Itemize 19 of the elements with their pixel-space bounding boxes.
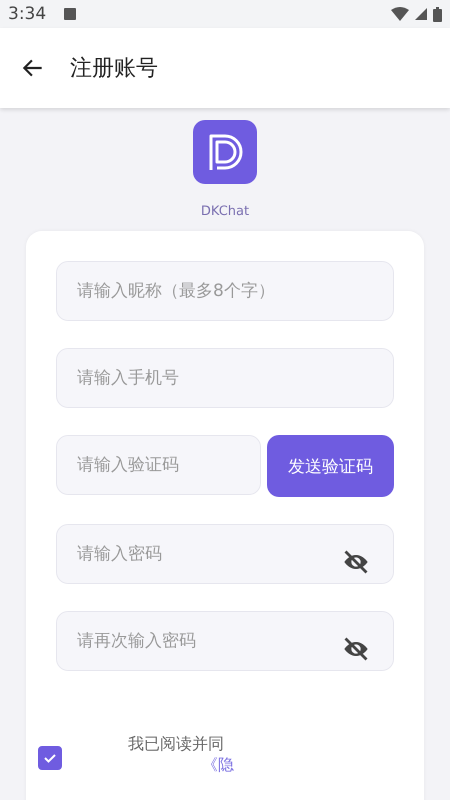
eye-slash-icon[interactable] xyxy=(342,548,370,576)
code-field[interactable]: 请输入验证码 xyxy=(56,435,261,495)
signal-icon xyxy=(415,8,427,20)
password-field[interactable]: 请输入密码 xyxy=(56,524,394,584)
password-field[interactable]: 请再次输入密码 xyxy=(56,611,394,671)
privacy-link[interactable]: 《隐 xyxy=(202,755,234,776)
text-field[interactable]: 请输入手机号 xyxy=(56,348,394,408)
notification-icon xyxy=(64,8,76,20)
page-title: 注册账号 xyxy=(70,55,158,83)
wifi-icon xyxy=(391,7,409,21)
app-logo xyxy=(193,120,257,184)
agree-checkbox[interactable] xyxy=(38,746,62,770)
eye-slash-icon[interactable] xyxy=(342,635,370,663)
app-name: DKChat xyxy=(200,204,250,219)
battery-icon xyxy=(433,6,442,22)
agreement-text: 我已阅读并同 xyxy=(128,734,224,755)
clock: 3:34 xyxy=(8,4,46,24)
text-field[interactable]: 请输入昵称（最多8个字） xyxy=(56,261,394,321)
send-code-button[interactable]: 发送验证码 xyxy=(267,435,394,497)
